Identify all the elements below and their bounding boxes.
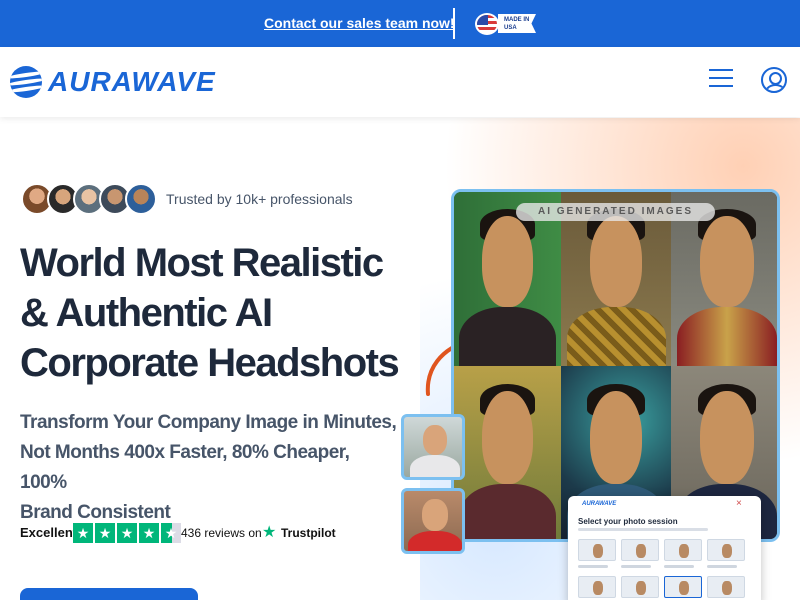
selfie-input-image (401, 414, 465, 480)
thumbnail-caption (621, 565, 651, 568)
banner-divider (453, 8, 455, 39)
photo-session-panel: AURAWAVE × Select your photo session (568, 496, 761, 600)
subline-line-2: Not Months 400x Faster, 80% Cheaper, 100… (20, 442, 350, 493)
hero-headline: World Most Realistic & Authentic AI Corp… (20, 238, 420, 388)
session-thumbnail[interactable] (664, 539, 702, 561)
half-star-icon: ★ (161, 523, 181, 543)
star-icon: ★ (139, 523, 159, 543)
hamburger-menu-icon[interactable] (709, 69, 733, 89)
trustpilot-logo[interactable]: Trustpilot (281, 526, 336, 540)
avatar (125, 183, 157, 215)
ai-headshot-grid (451, 189, 780, 542)
headline-line-2: & Authentic AI (20, 291, 273, 335)
trustpilot-star-icon: ★ (262, 524, 277, 541)
selfie-input-image (401, 488, 465, 554)
session-thumbnail[interactable] (621, 539, 659, 561)
star-icon: ★ (117, 523, 137, 543)
thumbnail-caption (578, 565, 608, 568)
site-header: AURAWAVE (0, 47, 800, 117)
hero-cta-button[interactable] (20, 588, 198, 600)
trusted-text: Trusted by 10k+ professionals (166, 191, 353, 207)
star-icon: ★ (95, 523, 115, 543)
ai-generated-label: AI GENERATED IMAGES (516, 203, 715, 221)
brand-logo-text[interactable]: AURAWAVE (48, 66, 216, 98)
aurawave-logo-icon[interactable] (10, 66, 42, 98)
hero-subheadline: Transform Your Company Image in Minutes,… (20, 408, 400, 528)
trustpilot-rating-word: Excellent (20, 525, 78, 540)
review-count-number: 436 (181, 526, 202, 540)
close-icon[interactable]: × (736, 498, 742, 509)
review-count-suffix: reviews on (201, 526, 262, 540)
panel-title: Select your photo session (578, 517, 678, 526)
usa-flag-icon (475, 13, 499, 35)
headline-line-1: World Most Realistic (20, 241, 384, 285)
headshot-image (454, 366, 561, 539)
subline-line-1: Transform Your Company Image in Minutes, (20, 412, 397, 433)
user-account-icon[interactable] (761, 67, 787, 93)
panel-subtitle-bar (578, 528, 708, 531)
session-thumbnail[interactable] (578, 576, 616, 598)
session-thumbnail[interactable] (707, 539, 745, 561)
badge-line-2: USA (504, 25, 517, 31)
session-thumbnail[interactable] (578, 539, 616, 561)
panel-brand: AURAWAVE (582, 501, 617, 507)
thumbnail-caption (707, 565, 737, 568)
headline-line-3: Corporate Headshots (20, 341, 400, 385)
trustpilot-review-count[interactable]: 436 reviews on (181, 526, 262, 540)
top-banner: Contact our sales team now! MADE IN USA (0, 0, 800, 47)
session-thumbnail[interactable] (664, 576, 702, 598)
made-in-usa-badge: MADE IN USA (498, 14, 536, 33)
thumbnail-caption (664, 565, 694, 568)
session-thumbnail[interactable] (621, 576, 659, 598)
contact-sales-link[interactable]: Contact our sales team now! (264, 15, 455, 31)
badge-line-1: MADE IN (504, 17, 530, 23)
star-icon: ★ (73, 523, 93, 543)
session-thumbnail[interactable] (707, 576, 745, 598)
